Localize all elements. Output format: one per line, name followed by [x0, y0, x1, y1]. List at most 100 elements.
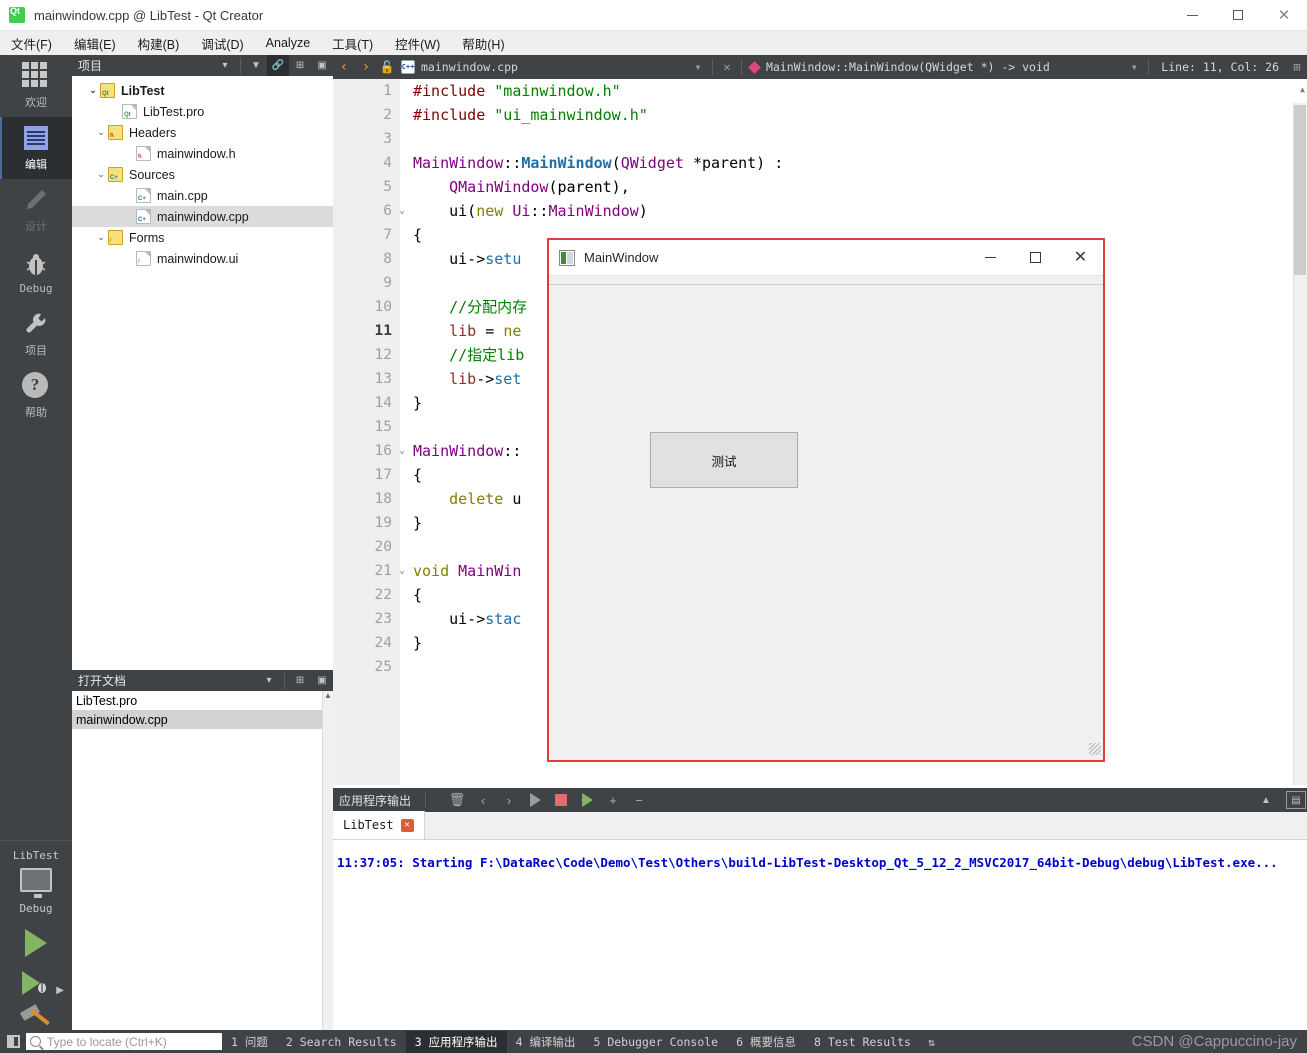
panel-button-search-results[interactable]: 2 Search Results [277, 1032, 406, 1052]
mode-edit[interactable]: 编辑 [0, 117, 72, 179]
output-tab-libtest[interactable]: LibTest ✕ [333, 811, 425, 839]
chevron-down-icon[interactable]: ⌄ [94, 169, 108, 180]
window-close-button[interactable]: ✕ [1261, 0, 1307, 31]
app-close-button[interactable]: ✕ [1058, 240, 1103, 275]
mainwindow-app-dialog[interactable]: MainWindow ✕ 测试 [547, 238, 1105, 762]
code-line[interactable]: ui(new Ui::MainWindow) [413, 199, 1307, 223]
tree-item-mainwindow-ui[interactable]: / mainwindow.ui [72, 248, 333, 269]
next-item-icon[interactable]: › [496, 788, 522, 812]
menu-tools[interactable]: 工具(T) [321, 31, 384, 56]
mode-debug[interactable]: Debug [0, 241, 72, 303]
debug-button[interactable] [0, 971, 72, 995]
test-push-button[interactable]: 测试 [650, 432, 798, 488]
open-document-item[interactable]: LibTest.pro [72, 691, 333, 710]
menu-debug[interactable]: 调试(D) [190, 31, 254, 56]
resize-grip[interactable] [1089, 743, 1101, 755]
chevron-down-icon[interactable]: ▾ [1124, 55, 1144, 79]
open-document-item[interactable]: mainwindow.cpp [72, 710, 333, 729]
open-documents-scrollbar[interactable]: ▲ [322, 691, 333, 1030]
menu-widgets[interactable]: 控件(W) [384, 31, 451, 56]
scroll-up-icon[interactable]: ▲ [323, 691, 333, 700]
mainwindow-app-icon [559, 249, 575, 266]
code-line[interactable]: #include "mainwindow.h" [413, 79, 1307, 103]
close-panel-icon[interactable]: ▣ [311, 55, 333, 76]
chevron-down-icon[interactable]: ▾ [258, 670, 280, 691]
menu-edit[interactable]: 编辑(E) [63, 31, 127, 56]
window-maximize-button[interactable] [1215, 0, 1261, 31]
fold-toggle-icon[interactable]: ⌄ [393, 439, 411, 463]
close-icon[interactable]: ✕ [400, 818, 414, 832]
tree-item-libtest-pro[interactable]: Qt LibTest.pro [72, 101, 333, 122]
window-minimize-button[interactable] [1169, 0, 1215, 31]
code-token: MainWindow [521, 154, 612, 172]
panel-button-issues[interactable]: 1 问题 [222, 1031, 277, 1053]
zoom-in-icon[interactable]: + [600, 788, 626, 812]
code-line[interactable]: #include "ui_mainwindow.h" [413, 103, 1307, 127]
prev-item-icon[interactable]: ‹ [470, 788, 496, 812]
tree-item-sources[interactable]: ⌄ C+ Sources [72, 164, 333, 185]
run-button[interactable] [0, 929, 72, 957]
symbol-combobox[interactable]: MainWindow::MainWindow(QWidget *) -> voi… [746, 55, 1050, 79]
kit-selector-button[interactable]: ▶ Debug [0, 868, 72, 996]
stop-icon[interactable] [548, 788, 574, 812]
panel-updown-icon[interactable]: ⇅ [928, 1035, 935, 1049]
locator-input[interactable]: Type to locate (Ctrl+K) [26, 1033, 222, 1050]
tree-item-forms[interactable]: ⌄ / Forms [72, 227, 333, 248]
link-sync-icon[interactable]: 🔗 [267, 55, 289, 76]
menu-analyze[interactable]: Analyze [255, 33, 321, 53]
split-icon[interactable]: ⊞ [289, 55, 311, 76]
toggle-sidebar-icon[interactable] [0, 1030, 26, 1053]
collapse-pane-icon[interactable]: ▲ [1256, 791, 1276, 809]
mode-projects[interactable]: 项目 [0, 303, 72, 365]
chevron-down-icon[interactable]: ▾ [688, 55, 708, 79]
tree-item-headers[interactable]: ⌄ h Headers [72, 122, 333, 143]
navigate-forward-button[interactable]: › [355, 55, 377, 79]
panel-button-test-results[interactable]: 8 Test Results [805, 1032, 920, 1052]
split-editor-icon[interactable]: ⊞ [1287, 55, 1307, 79]
clear-output-icon[interactable]: 🗑 [444, 788, 470, 812]
run-icon[interactable] [522, 788, 548, 812]
panel-button-application-output[interactable]: 3 应用程序输出 [405, 1030, 507, 1053]
tree-item-mainwindow-cpp[interactable]: C+ mainwindow.cpp [72, 206, 333, 227]
mode-welcome[interactable]: 欢迎 [0, 55, 72, 117]
open-file-combobox[interactable]: C++ mainwindow.cpp [397, 55, 518, 79]
line-number: 17 [374, 467, 392, 483]
maximize-pane-icon[interactable]: ▤ [1286, 791, 1306, 809]
chevron-down-icon[interactable]: ⌄ [86, 85, 100, 96]
app-minimize-button[interactable] [968, 240, 1013, 275]
code-line[interactable] [413, 127, 1307, 151]
menu-build[interactable]: 构建(B) [127, 31, 191, 56]
app-maximize-button[interactable] [1013, 240, 1058, 275]
mode-help[interactable]: ? 帮助 [0, 365, 72, 427]
chevron-down-icon[interactable]: ⌄ [94, 232, 108, 243]
unlocked-padlock-icon[interactable]: 🔓 [377, 55, 397, 79]
fold-toggle-icon[interactable]: ⌄ [393, 559, 411, 583]
mode-design[interactable]: 设计 [0, 179, 72, 241]
editor-fold-column[interactable]: ⌄ ⌄ ⌄ [393, 79, 411, 679]
code-line[interactable]: QMainWindow(parent), [413, 175, 1307, 199]
navigate-back-button[interactable]: ‹ [333, 55, 355, 79]
pro-file-icon: Qt [122, 104, 137, 119]
debug-icon[interactable] [574, 788, 600, 812]
panel-button-general-messages[interactable]: 6 概要信息 [727, 1031, 805, 1053]
code-token: "mainwindow.h" [494, 82, 621, 100]
panel-button-compile-output[interactable]: 4 编译输出 [507, 1031, 585, 1053]
tree-item-mainwindow-h[interactable]: h mainwindow.h [72, 143, 333, 164]
filter-icon[interactable]: ▼​ [245, 55, 267, 76]
editor-scrollbar-thumb[interactable] [1294, 105, 1306, 275]
menu-help[interactable]: 帮助(H) [451, 31, 515, 56]
scroll-up-icon[interactable]: ▲ [1300, 85, 1305, 94]
panel-button-debugger-console[interactable]: 5 Debugger Console [584, 1032, 727, 1052]
split-icon[interactable]: ⊞ [289, 670, 311, 691]
chevron-down-icon[interactable]: ⌄ [94, 127, 108, 138]
code-line[interactable]: MainWindow::MainWindow(QWidget *parent) … [413, 151, 1307, 175]
close-document-button[interactable]: ✕ [717, 55, 737, 79]
fold-toggle-icon[interactable]: ⌄ [393, 199, 411, 223]
zoom-out-icon[interactable]: − [626, 788, 652, 812]
menu-file[interactable]: 文件(F) [0, 31, 63, 56]
editor-vertical-scrollbar[interactable]: ▲ ▼ [1293, 85, 1307, 785]
tree-item-libtest[interactable]: ⌄ Qt LibTest [72, 80, 333, 101]
close-panel-icon[interactable]: ▣ [311, 670, 333, 691]
tree-item-main-cpp[interactable]: C+ main.cpp [72, 185, 333, 206]
chevron-down-icon[interactable]: ▾ [214, 55, 236, 76]
